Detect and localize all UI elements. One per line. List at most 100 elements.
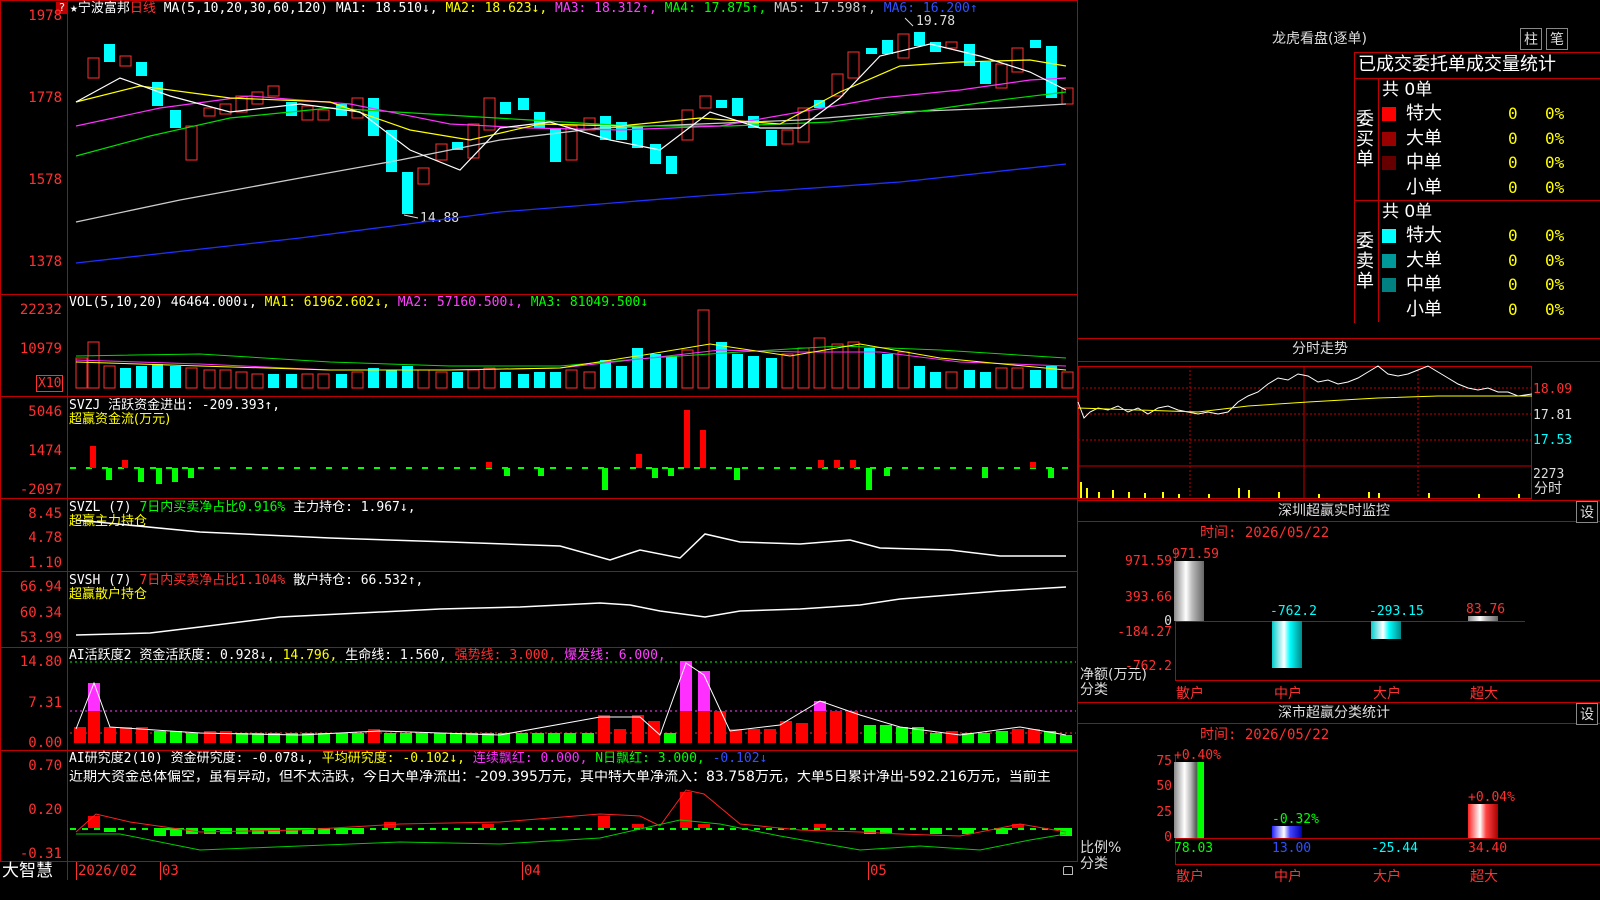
ai1-bar [714, 711, 726, 743]
classify-category-label: 中户 [1274, 869, 1302, 885]
vol-bar [1030, 370, 1041, 388]
ai1-bar [74, 727, 86, 743]
monitor-settings-button[interactable]: 设 [1576, 501, 1598, 523]
ai1-bar [120, 727, 132, 743]
sell-row-name: 大单 [1406, 249, 1442, 271]
intraday-vol-bar [1428, 493, 1430, 498]
buy-row-name: 中单 [1406, 152, 1442, 173]
monitor-bar [1174, 561, 1204, 621]
vol-bar [897, 351, 910, 389]
lock-icon[interactable] [1063, 866, 1073, 875]
ai1-bars [74, 661, 1072, 743]
vol-bar [995, 367, 1008, 389]
ai1-bar [564, 733, 576, 743]
ai1-bar [336, 733, 348, 743]
sell-row-pct: 0% [1545, 275, 1565, 294]
monitor-value-label: 971.59 [1172, 547, 1219, 562]
classify-y-label: 50 [1156, 779, 1172, 795]
svzj-bar [668, 468, 674, 476]
tick-view-button[interactable]: 笔 [1546, 28, 1568, 50]
classify-change-label: +0.40% [1174, 748, 1221, 763]
vol-bar [781, 353, 794, 389]
candle [650, 144, 661, 164]
sell-row-name: 特大 [1406, 225, 1442, 246]
svzj-bar [884, 468, 890, 476]
x-tick-4 [868, 862, 869, 880]
classify-value-label: 34.40 [1468, 841, 1508, 856]
svzj-bar [172, 468, 178, 482]
monitor-zero-line [1175, 621, 1525, 622]
svzj-bar [156, 468, 162, 484]
ai1-bar [880, 725, 892, 743]
buy-row-count: 0 [1508, 104, 1518, 123]
candle [119, 55, 132, 67]
vol-bar [251, 373, 264, 389]
brand-label: 大智慧 [2, 861, 53, 881]
buy-row-name: 小单 [1406, 176, 1442, 198]
ai2-bar [88, 816, 100, 828]
ai1-bar [830, 711, 842, 743]
candle [203, 107, 216, 117]
vol-bar [565, 369, 578, 389]
intraday-vol-bar [1178, 494, 1180, 498]
classify-x-axis [1175, 838, 1600, 839]
vol-bar [550, 372, 561, 388]
monitor-time: 时间: 2026/05/22 [1200, 525, 1330, 541]
intraday-title: 分时走势 [1292, 341, 1348, 357]
candle [882, 40, 893, 54]
ai1-bar [434, 733, 446, 743]
vol-bar [1061, 371, 1074, 389]
ai2-bar [104, 828, 116, 832]
intraday-vol-bar [1478, 494, 1480, 498]
svzj-svg [70, 410, 1076, 490]
buy-row-pct: 0% [1545, 104, 1565, 123]
lhb-tabs[interactable]: 已成交委托单成交量统计 [1358, 55, 1556, 75]
buy-color-swatch [1382, 156, 1396, 170]
monitor-title: 深圳超赢实时监控 [1278, 503, 1390, 519]
vol-bar [103, 365, 116, 389]
sell-row-pct: 0% [1545, 250, 1565, 270]
classify-change-label: -0.32% [1272, 812, 1319, 827]
ai1-bar [1028, 729, 1040, 743]
monitor-bar [1272, 621, 1302, 669]
classify-bar [1468, 804, 1498, 838]
svzj-bar [602, 468, 608, 490]
vol-bar [152, 364, 163, 388]
x-label-4: 05 [870, 863, 887, 879]
sell-color-swatch [1382, 302, 1396, 317]
svzl-line [75, 519, 1066, 561]
ai1-bar [796, 723, 808, 743]
ai1-bar [582, 733, 594, 743]
classify-settings-button[interactable]: 设 [1576, 703, 1598, 725]
intraday-vol-bar [1144, 493, 1146, 498]
monitor-axis-title1: 净额(万元) [1080, 667, 1147, 683]
svzj-bar [486, 462, 492, 468]
candle [402, 172, 413, 214]
candle [866, 48, 877, 54]
monitor-y-label: 971.59 [1125, 554, 1172, 569]
vol-bar [402, 366, 413, 388]
vol-ma3-line [75, 345, 1067, 367]
candle [104, 44, 115, 62]
vol-bar [864, 348, 875, 388]
ai2-bar [680, 792, 692, 828]
svzj-bar [850, 460, 856, 468]
buy-color-swatch [1382, 180, 1396, 195]
ai1-bar [614, 729, 626, 743]
vol-bar [219, 369, 232, 389]
classify-y-label: 75 [1156, 754, 1172, 769]
lhb-title: 龙虎看盘(逐单) [1272, 31, 1367, 47]
svzj-bar [90, 446, 96, 468]
vol-bar [235, 371, 248, 389]
ai1-bar [814, 711, 826, 743]
svzl-svg [75, 519, 1066, 561]
ai1-bar [680, 661, 692, 711]
ai1-bar [220, 731, 232, 743]
ai2-bar [814, 824, 826, 828]
svzj-bar [1048, 468, 1054, 478]
bar-view-button[interactable]: 柱 [1520, 28, 1542, 50]
svsh-svg [75, 586, 1067, 636]
ai2-bar [336, 828, 348, 834]
candle [930, 42, 941, 52]
intraday-vol-bar [1098, 492, 1100, 498]
